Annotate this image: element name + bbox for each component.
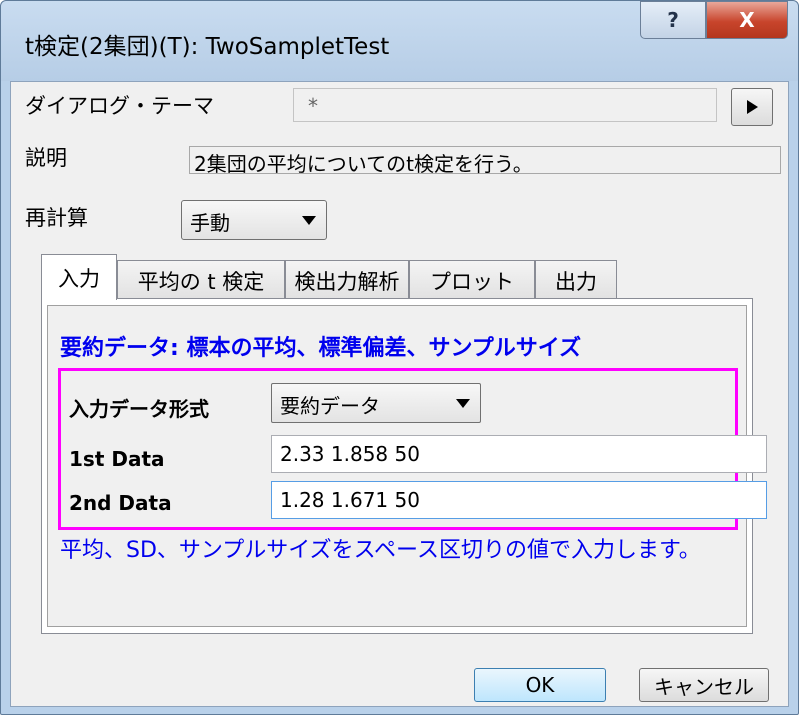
- summary-data-heading: 要約データ: 標本の平均、標準偏差、サンプルサイズ: [60, 336, 582, 361]
- tab-output[interactable]: 出力: [535, 260, 617, 300]
- window-title: t検定(2集団)(T): TwoSampletTest: [25, 34, 390, 60]
- tab-power-analysis-label: 検出力解析: [294, 269, 400, 294]
- recalc-label: 再計算: [25, 206, 88, 230]
- ok-button[interactable]: OK: [474, 668, 606, 702]
- title-bar[interactable]: t検定(2集団)(T): TwoSampletTest ? X: [1, 1, 798, 81]
- chevron-down-icon: [456, 399, 470, 408]
- help-button[interactable]: ?: [640, 1, 706, 39]
- first-data-input[interactable]: 2.33 1.858 50: [271, 435, 767, 473]
- dialog-window: t検定(2集団)(T): TwoSampletTest ? X ダイアログ・テー…: [0, 0, 799, 715]
- tab-input-label: 入力: [58, 266, 100, 291]
- dialog-client-area: ダイアログ・テーマ * 説明 2集団の平均についてのt検定を行う。 再計算 手動…: [10, 81, 789, 707]
- tab-plot-label: プロット: [430, 269, 514, 294]
- chevron-down-icon: [302, 216, 316, 225]
- tab-output-label: 出力: [555, 269, 597, 294]
- cancel-button[interactable]: キャンセル: [639, 668, 769, 702]
- second-data-label: 2nd Data: [69, 491, 172, 515]
- close-button[interactable]: X: [706, 1, 788, 39]
- recalc-value: 手動: [190, 211, 230, 235]
- close-icon: X: [739, 8, 755, 32]
- input-panel: 要約データ: 標本の平均、標準偏差、サンプルサイズ 入力データ形式 要約データ …: [47, 305, 767, 627]
- description-field: 2集団の平均についてのt検定を行う。: [189, 146, 781, 176]
- help-icon: ?: [667, 8, 679, 32]
- description-label: 説明: [25, 146, 67, 170]
- description-value: 2集団の平均についてのt検定を行う。: [194, 152, 533, 176]
- format-dropdown[interactable]: 要約データ: [271, 383, 481, 423]
- tab-input[interactable]: 入力: [41, 254, 117, 300]
- recalc-dropdown[interactable]: 手動: [181, 200, 327, 240]
- first-data-label: 1st Data: [69, 447, 165, 471]
- format-label: 入力データ形式: [69, 397, 209, 421]
- theme-menu-button[interactable]: [731, 88, 773, 126]
- format-value: 要約データ: [280, 394, 380, 418]
- tab-mean-ttest[interactable]: 平均の t 検定: [117, 260, 285, 300]
- input-hint: 平均、SD、サンプルサイズをスペース区切りの値で入力します。: [60, 538, 701, 563]
- theme-field[interactable]: *: [293, 88, 717, 122]
- tab-mean-ttest-label: 平均の t 検定: [137, 269, 265, 294]
- tab-plot[interactable]: プロット: [409, 260, 535, 300]
- tab-panel-input: 要約データ: 標本の平均、標準偏差、サンプルサイズ 入力データ形式 要約データ …: [41, 298, 767, 634]
- second-data-input[interactable]: 1.28 1.671 50: [271, 481, 767, 519]
- theme-value: *: [308, 94, 318, 118]
- theme-label: ダイアログ・テーマ: [25, 94, 214, 118]
- play-arrow-icon: [747, 100, 758, 114]
- tab-power-analysis[interactable]: 検出力解析: [285, 260, 409, 300]
- highlight-box: 入力データ形式 要約データ 1st Data 2.33 1.858 50 2nd…: [58, 368, 767, 530]
